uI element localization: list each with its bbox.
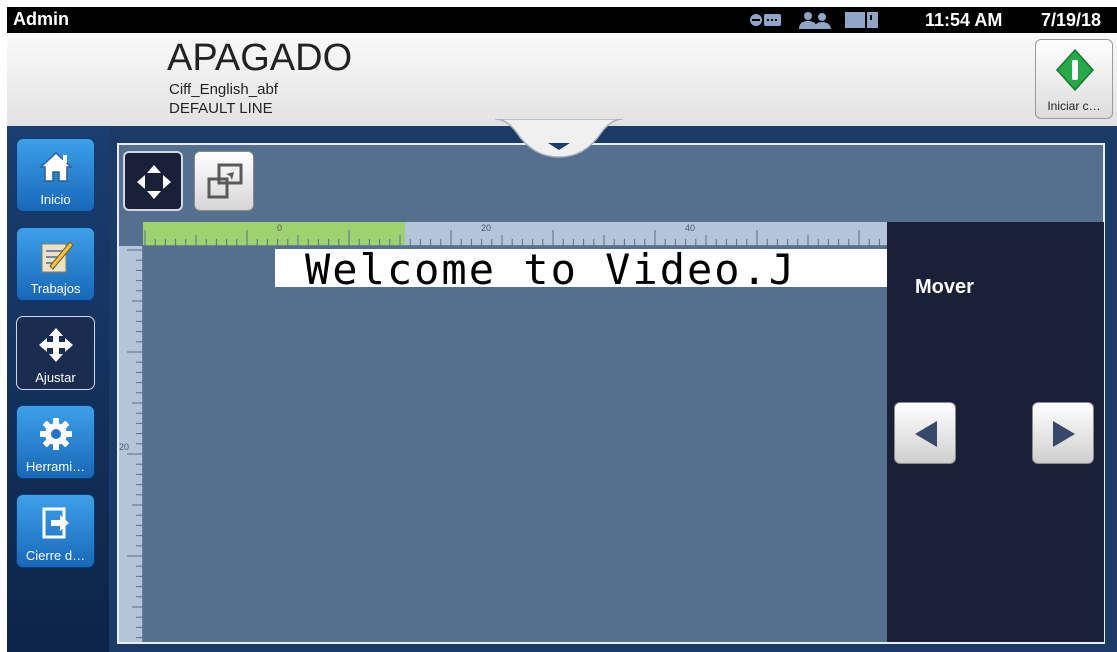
clock-date: 7/19/18 [1041,10,1102,30]
sidebar-item-logout[interactable]: Cierre d… [16,494,95,568]
current-job-name: Ciff_English_abf [169,81,278,98]
ruler-label: 20 [119,442,130,452]
move-left-button[interactable] [894,402,956,464]
current-user: Admin [13,9,69,29]
panel-title: Mover [915,276,974,298]
message-field[interactable]: Welcome to Video.J [275,249,887,287]
sidebar-item-label: Ajustar [35,370,76,385]
sidebar-item-tools[interactable]: Herrami… [16,405,95,479]
start-button-label: Iniciar c… [1047,99,1101,113]
sidebar-item-label: Trabajos [30,281,81,296]
arrow-right-icon [1053,421,1075,447]
sidebar-item-jobs[interactable]: Trabajos [16,227,95,301]
move-right-button[interactable] [1032,402,1094,464]
screen: Admin 11:54 AM 7/19/18 APAGADO Ciff_Engl… [7,7,1117,652]
users-icon[interactable] [795,11,835,29]
resize-mode-button[interactable] [194,151,254,211]
move-tool-icon [137,165,171,199]
move-mode-button[interactable] [123,151,183,211]
horizontal-ruler: 0 20 40 [143,222,887,246]
ruler-ticks [144,230,880,246]
sidebar-item-home[interactable]: Inicio [16,138,95,212]
move-panel: Mover [887,222,1104,642]
sidebar-item-adjust[interactable]: Ajustar [16,316,95,390]
ruler-label: 0 [277,223,283,233]
arrow-left-icon [915,421,937,447]
sidebar-item-label: Cierre d… [25,548,86,563]
home-icon [39,151,73,182]
ruler-label: 40 [685,223,696,233]
vertical-ruler: 20 [119,246,143,642]
sidebar-item-label: Inicio [40,192,71,207]
logout-icon [42,507,69,539]
message-text: Welcome to Video.J [305,249,797,287]
resize-tool-icon [207,163,243,199]
expand-panel-tab[interactable] [495,119,623,159]
jobs-icon [41,241,74,273]
gear-icon [40,418,72,450]
line-name: DEFAULT LINE [169,100,273,117]
move-icon [39,328,73,362]
start-printing-button[interactable]: Iniciar c… [1035,39,1113,119]
printer-status-header: APAGADO Ciff_English_abf DEFAULT LINE In… [7,33,1117,126]
printer-state: APAGADO [167,37,353,79]
ruler-label: 20 [481,223,492,233]
start-icon [1055,48,1095,92]
sidebar: Inicio Trabajos Ajustar Herrami… Cierre … [7,126,109,652]
status-bar: Admin 11:54 AM 7/19/18 [7,7,1117,33]
ink-level-icon[interactable] [845,11,879,29]
clock-time: 11:54 AM [925,10,1003,30]
sidebar-item-label: Herrami… [25,459,86,474]
network-icon[interactable] [749,11,783,29]
